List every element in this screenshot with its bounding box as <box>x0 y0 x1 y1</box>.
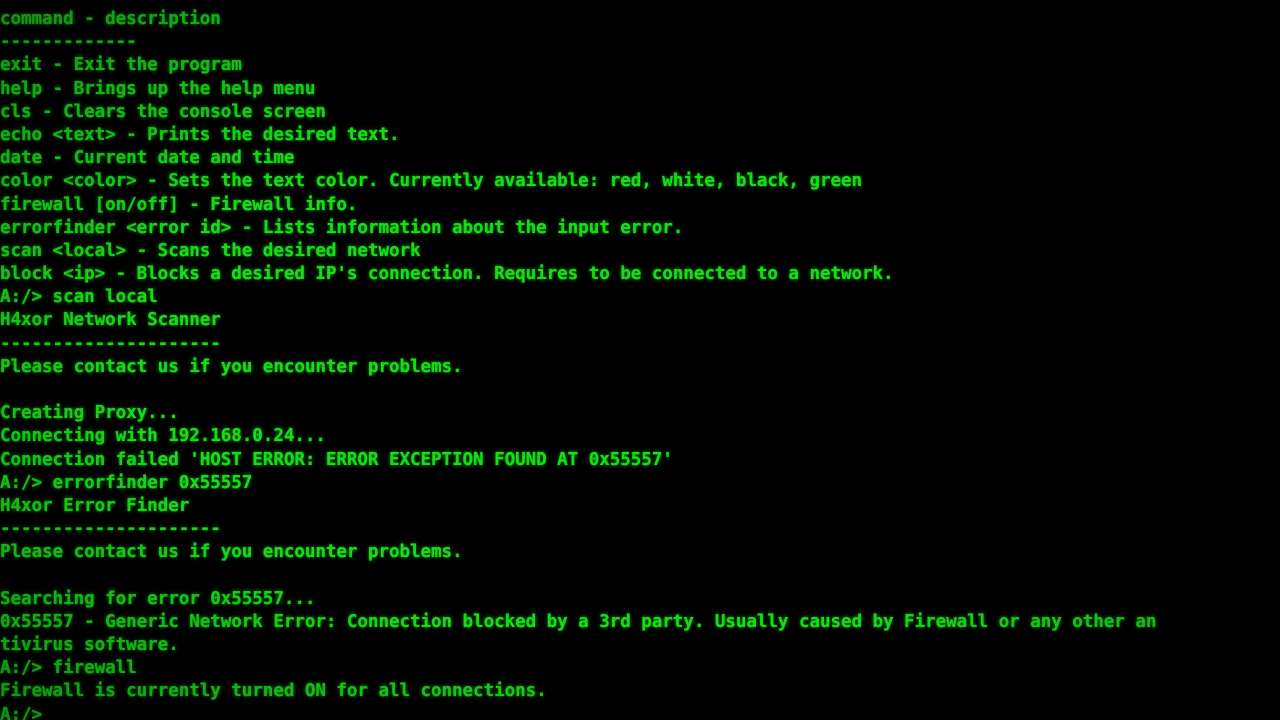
terminal-line: Connecting with 192.168.0.24... <box>0 426 326 447</box>
terminal-line: scan <local> - Scans the desired network <box>0 240 421 261</box>
terminal-line: echo <text> - Prints the desired text. <box>0 124 400 145</box>
terminal-line: A:/> firewall <box>0 658 137 679</box>
terminal-line: color <color> - Sets the text color. Cur… <box>0 171 863 192</box>
terminal-line: tivirus software. <box>0 635 179 656</box>
terminal-line: errorfinder <error id> - Lists informati… <box>0 217 684 238</box>
terminal-line: A:/> scan local <box>0 287 158 308</box>
terminal-line: Firewall is currently turned ON for all … <box>0 681 547 702</box>
terminal-window[interactable]: command - description ------------- exit -… <box>0 0 1280 720</box>
terminal-line: 0x55557 - Generic Network Error: Connect… <box>0 611 1157 632</box>
terminal-line: Connection failed 'HOST ERROR: ERROR EXC… <box>0 449 673 470</box>
terminal-line: help - Brings up the help menu <box>0 78 316 99</box>
terminal-line: cls - Clears the console screen <box>0 101 326 122</box>
terminal-line: Please contact us if you encounter probl… <box>0 356 463 377</box>
terminal-line: --------------------- <box>0 333 221 354</box>
terminal-output: command - description ------------- exit -… <box>0 8 1280 720</box>
terminal-line: command - description <box>0 9 221 29</box>
terminal-line: Searching for error 0x55557... <box>0 588 316 609</box>
terminal-line: H4xor Network Scanner <box>0 310 221 331</box>
terminal-line: H4xor Error Finder <box>0 495 190 516</box>
terminal-line: A:/> <box>0 704 43 720</box>
terminal-line: Creating Proxy... <box>0 403 179 424</box>
terminal-line: ------------- <box>0 32 137 53</box>
terminal-line: date - Current date and time <box>0 148 295 169</box>
terminal-line: block <ip> - Blocks a desired IP's conne… <box>0 264 894 285</box>
terminal-line: exit - Exit the program <box>0 55 242 76</box>
terminal-line: firewall [on/off] - Firewall info. <box>0 194 358 215</box>
terminal-line: --------------------- <box>0 519 221 540</box>
terminal-line: Please contact us if you encounter probl… <box>0 542 463 563</box>
terminal-line: A:/> errorfinder 0x55557 <box>0 472 253 493</box>
